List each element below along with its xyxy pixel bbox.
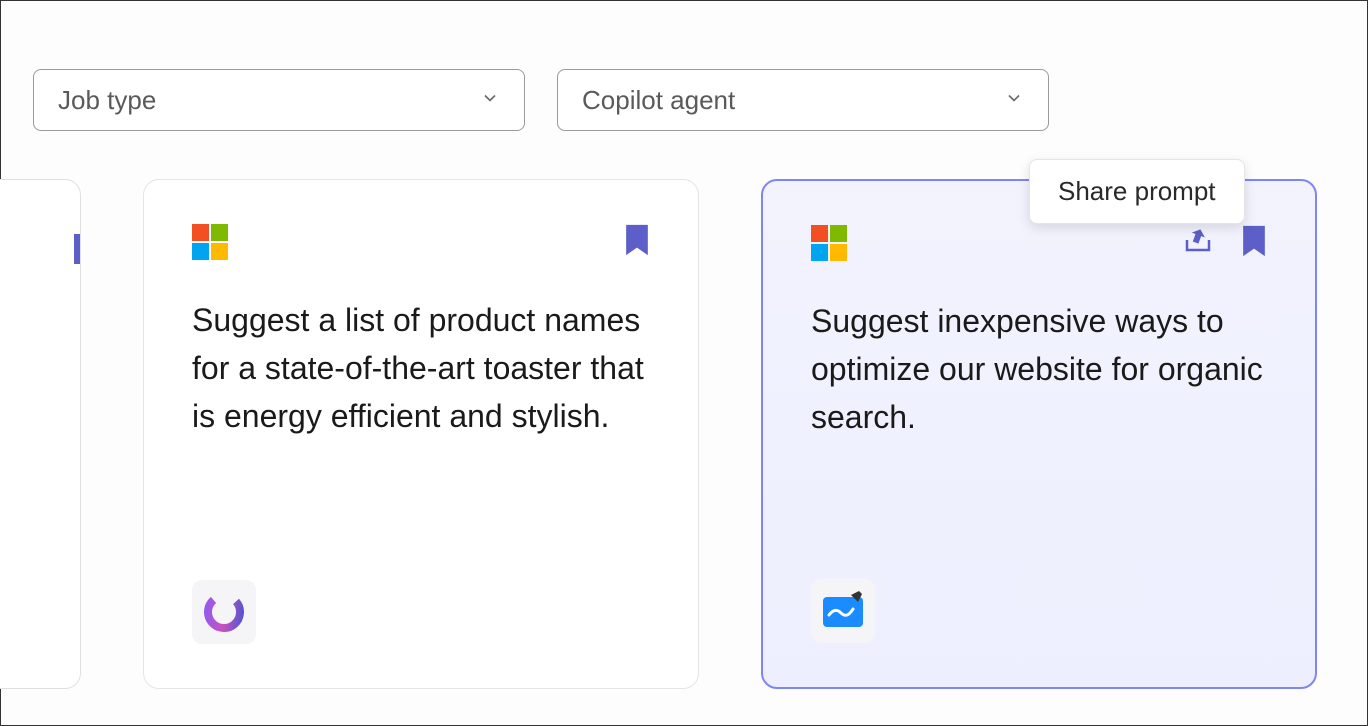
prompt-cards-row: Suggest a list of product names for a st… bbox=[0, 179, 1317, 689]
chevron-down-icon bbox=[1004, 88, 1024, 113]
job-type-label: Job type bbox=[58, 85, 156, 116]
card-header bbox=[811, 225, 1267, 261]
microsoft-logo-icon bbox=[811, 225, 847, 261]
copilot-agent-dropdown[interactable]: Copilot agent bbox=[557, 69, 1049, 131]
whiteboard-icon bbox=[811, 579, 875, 643]
tooltip-text: Share prompt bbox=[1058, 176, 1216, 206]
card-actions bbox=[1183, 225, 1267, 262]
prompt-card[interactable]: Suggest a list of product names for a st… bbox=[143, 179, 699, 689]
copilot-agent-label: Copilot agent bbox=[582, 85, 735, 116]
prompt-card-previous-partial[interactable] bbox=[0, 179, 81, 689]
job-type-dropdown[interactable]: Job type bbox=[33, 69, 525, 131]
bookmark-icon[interactable] bbox=[624, 224, 650, 261]
card-footer bbox=[811, 579, 1267, 643]
share-icon[interactable] bbox=[1183, 226, 1213, 261]
prompt-text: Suggest a list of product names for a st… bbox=[192, 296, 650, 580]
loop-icon bbox=[192, 580, 256, 644]
card-header bbox=[192, 224, 650, 260]
card-actions bbox=[624, 224, 650, 261]
share-prompt-tooltip: Share prompt bbox=[1029, 159, 1245, 224]
chevron-down-icon bbox=[480, 88, 500, 113]
bookmark-icon bbox=[74, 234, 80, 264]
prompt-card[interactable]: Suggest inexpensive ways to optimize our… bbox=[761, 179, 1317, 689]
microsoft-logo-icon bbox=[192, 224, 228, 260]
filter-row: Job type Copilot agent bbox=[1, 1, 1367, 131]
bookmark-icon[interactable] bbox=[1241, 225, 1267, 262]
card-footer bbox=[192, 580, 650, 644]
prompt-text: Suggest inexpensive ways to optimize our… bbox=[811, 297, 1267, 579]
